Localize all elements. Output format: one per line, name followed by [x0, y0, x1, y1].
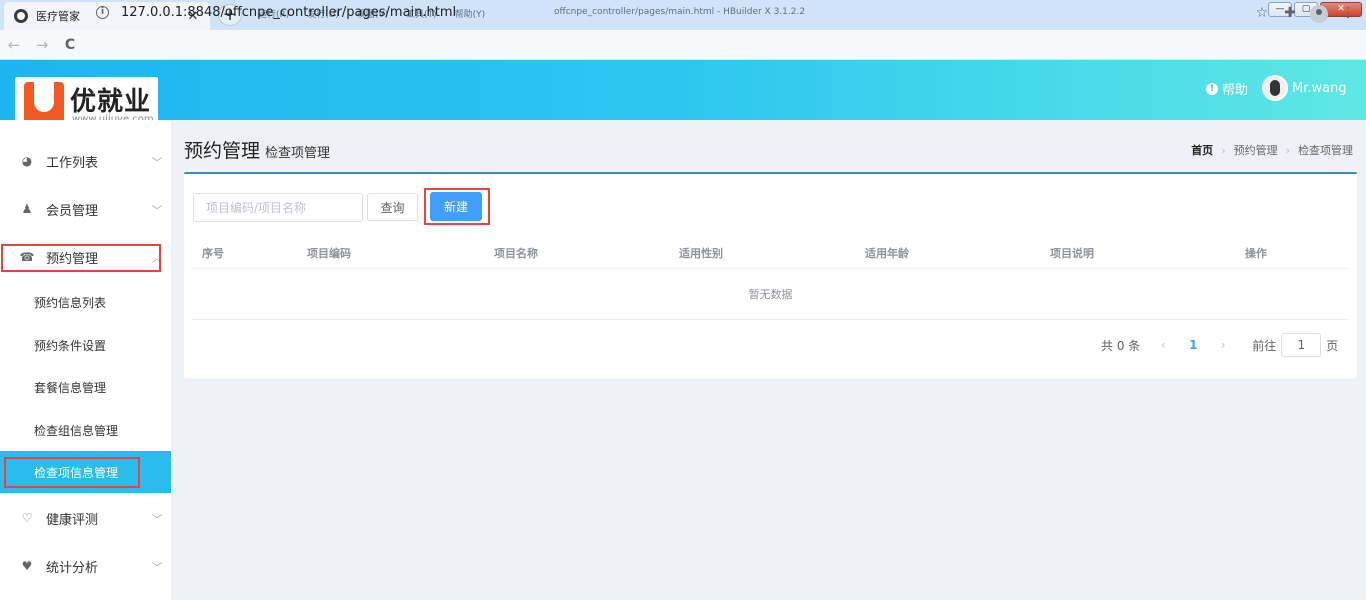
sidebar-item-statistics[interactable]: ♥ 统计分析 ﹀	[0, 542, 171, 590]
chevron-right-icon[interactable]: ›	[1208, 338, 1238, 352]
sidebar-subitem-appointment-settings[interactable]: 预约条件设置	[0, 324, 171, 366]
sidebar-item-work-list[interactable]: ◕ 工作列表 ﹀	[0, 137, 171, 185]
app-header	[0, 60, 1366, 120]
help-icon: !	[1206, 82, 1218, 95]
heartbeat-icon: ♥	[21, 559, 33, 573]
sidebar-item-label: 会员管理	[46, 203, 99, 219]
chevron-down-icon: ﹀	[152, 157, 162, 169]
chevron-down-icon: ﹀	[152, 205, 162, 217]
pagination-total: 共 0 条	[1101, 338, 1141, 353]
breadcrumb-item: 检查项管理	[1298, 144, 1353, 157]
address-bar[interactable]: i 127.0.0.1:8848/offcnpe_controller/page…	[96, 5, 456, 20]
column-header: 适用年龄	[865, 247, 909, 260]
url-text[interactable]: 127.0.0.1:8848/offcnpe_controller/pages/…	[121, 5, 456, 20]
page-subtitle: 检查项管理	[265, 146, 331, 161]
pagination-page[interactable]: 1	[1178, 338, 1208, 352]
chevron-left-icon[interactable]: ‹	[1148, 338, 1178, 352]
breadcrumb-item[interactable]: 预约管理	[1234, 142, 1278, 158]
reload-icon[interactable]: C	[56, 37, 84, 53]
column-header: 操作	[1245, 247, 1267, 260]
search-input[interactable]	[193, 193, 363, 222]
hbuilder-menu-item[interactable]: 帮助(Y)	[455, 7, 486, 20]
page-title-text: 预约管理	[184, 140, 261, 162]
user-menu[interactable]: Mr.wang	[1262, 75, 1347, 101]
hbuilder-window-title: offcnpe_controller/pages/main.html - HBu…	[554, 7, 806, 17]
column-header: 序号	[202, 247, 224, 260]
stethoscope-icon: ♡	[21, 511, 33, 525]
star-icon[interactable]: ☆	[1254, 5, 1270, 23]
help-link[interactable]: ! 帮助	[1206, 79, 1248, 98]
breadcrumb: 首页 › 预约管理 › 检查项管理	[1191, 142, 1353, 158]
column-header: 适用性别	[679, 247, 723, 260]
new-button[interactable]: 新建	[430, 192, 482, 221]
profile-icon[interactable]	[1310, 5, 1328, 23]
sidebar-subitem-check-group-management[interactable]: 检查组信息管理	[0, 409, 171, 451]
forward-icon[interactable]: →	[28, 36, 56, 54]
browser-toolbar: ← → C	[0, 30, 1366, 60]
column-header: 项目名称	[494, 247, 538, 260]
sidebar-item-label: 健康评测	[46, 512, 99, 528]
logo-text: 优就业	[70, 87, 152, 117]
help-label: 帮助	[1222, 83, 1249, 98]
logo-mark	[24, 82, 64, 124]
sidebar-item-health-assessment[interactable]: ♡ 健康评测 ﹀	[0, 494, 171, 542]
sidebar-subitem-package-management[interactable]: 套餐信息管理	[0, 366, 171, 408]
back-icon[interactable]: ←	[0, 36, 28, 54]
chevron-down-icon: ﹀	[152, 562, 162, 574]
chevron-right-icon: ›	[1285, 143, 1290, 157]
column-header: 项目说明	[1050, 247, 1094, 260]
browser-toolbar-right: ☆ ✚ ⋮	[1254, 5, 1356, 23]
page-title: 预约管理 检查项管理	[184, 136, 330, 163]
pagination-goto-label: 前往	[1252, 338, 1277, 353]
highlight-box-check-item	[4, 457, 140, 488]
chevron-right-icon: ›	[1221, 143, 1226, 157]
sidebar-item-label: 统计分析	[46, 560, 99, 576]
pagination-goto-input[interactable]	[1281, 333, 1322, 357]
table-header: 序号 项目编码 项目名称 适用性别 适用年龄 项目说明 操作	[192, 236, 1349, 269]
sidebar-item-members[interactable]: ♟ 会员管理 ﹀	[0, 185, 171, 233]
chevron-down-icon: ﹀	[152, 514, 162, 526]
table-empty-text: 暂无数据	[192, 270, 1349, 320]
user-icon: ♟	[21, 202, 33, 216]
dashboard-icon: ◕	[21, 154, 33, 168]
sidebar-subitem-appointment-list[interactable]: 预约信息列表	[0, 281, 171, 323]
breadcrumb-home[interactable]: 首页	[1191, 142, 1213, 158]
username: Mr.wang	[1292, 80, 1347, 96]
globe-icon	[14, 9, 28, 23]
puzzle-icon[interactable]: ✚	[1282, 5, 1298, 23]
query-button[interactable]: 查询	[367, 193, 418, 221]
highlight-box-appointments	[1, 244, 161, 272]
column-header: 项目编码	[307, 247, 351, 260]
sidebar-item-label: 工作列表	[46, 155, 99, 171]
pagination-page-suffix: 页	[1326, 338, 1339, 353]
pagination: 共 0 条 ‹ 1 › 前往 页	[1101, 333, 1338, 357]
info-icon[interactable]: i	[96, 6, 109, 19]
more-icon[interactable]: ⋮	[1340, 5, 1356, 23]
avatar	[1262, 75, 1288, 101]
